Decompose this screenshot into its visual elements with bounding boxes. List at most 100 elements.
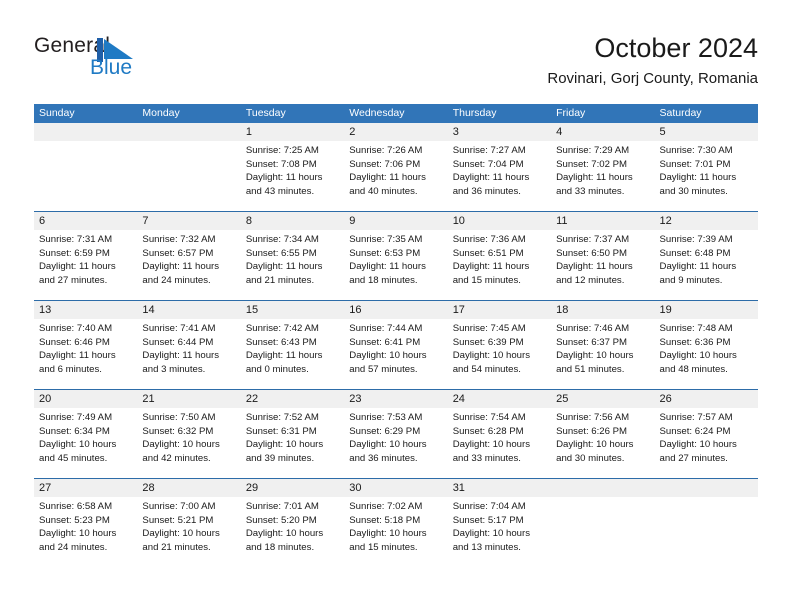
day-number[interactable]: 6: [34, 212, 137, 230]
day-number[interactable]: 2: [344, 123, 447, 141]
day-number[interactable]: 28: [137, 479, 240, 497]
day-number[interactable]: 22: [241, 390, 344, 408]
day-number[interactable]: 8: [241, 212, 344, 230]
brand-logo[interactable]: General Blue: [34, 34, 204, 86]
day-number[interactable]: 12: [655, 212, 758, 230]
daylight-text-2: and 42 minutes.: [142, 452, 211, 464]
day-cell[interactable]: Sunrise: 7:42 AM Sunset: 6:43 PM Daylight:…: [241, 319, 344, 389]
day-number[interactable]: 31: [448, 479, 551, 497]
day-number[interactable]: 17: [448, 301, 551, 319]
day-cell[interactable]: Sunrise: 7:56 AM Sunset: 6:26 PM Daylight:…: [551, 408, 654, 478]
day-cell[interactable]: Sunrise: 7:41 AM Sunset: 6:44 PM Daylight:…: [137, 319, 240, 389]
day-cell[interactable]: Sunrise: 7:25 AM Sunset: 7:08 PM Daylight:…: [241, 141, 344, 211]
day-number[interactable]: 25: [551, 390, 654, 408]
day-cell[interactable]: Sunrise: 7:36 AM Sunset: 6:51 PM Daylight:…: [448, 230, 551, 300]
day-number[interactable]: 10: [448, 212, 551, 230]
day-cell[interactable]: Sunrise: 7:37 AM Sunset: 6:50 PM Daylight:…: [551, 230, 654, 300]
day-number[interactable]: 27: [34, 479, 137, 497]
daylight-text-2: and 54 minutes.: [452, 363, 521, 375]
sunset-text: Sunset: 6:37 PM: [556, 336, 628, 348]
day-cell[interactable]: Sunrise: 7:44 AM Sunset: 6:41 PM Daylight:…: [344, 319, 447, 389]
sunrise-text: Sunrise: 7:52 AM: [245, 412, 319, 423]
day-number[interactable]: 16: [344, 301, 447, 319]
daylight-text-2: and 40 minutes.: [349, 185, 418, 197]
daylight-text-1: Daylight: 11 hours: [142, 350, 220, 362]
sunrise-text: Sunrise: 7:41 AM: [142, 323, 216, 334]
day-number[interactable]: 5: [655, 123, 758, 141]
daylight-text-2: and 13 minutes.: [452, 541, 521, 553]
day-number[interactable]: 18: [551, 301, 654, 319]
sunset-text: Sunset: 6:39 PM: [452, 336, 524, 348]
day-cell[interactable]: Sunrise: 7:01 AM Sunset: 5:20 PM Daylight:…: [241, 497, 344, 567]
day-cell[interactable]: Sunrise: 7:48 AM Sunset: 6:36 PM Daylight:…: [655, 319, 758, 389]
day-number[interactable]: 26: [655, 390, 758, 408]
day-cell[interactable]: Sunrise: 7:00 AM Sunset: 5:21 PM Daylight:…: [137, 497, 240, 567]
day-cell[interactable]: Sunrise: 7:52 AM Sunset: 6:31 PM Daylight:…: [241, 408, 344, 478]
daylight-text-2: and 18 minutes.: [349, 274, 418, 286]
day-cell[interactable]: Sunrise: 7:34 AM Sunset: 6:55 PM Daylight:…: [241, 230, 344, 300]
day-number[interactable]: 29: [241, 479, 344, 497]
day-cell[interactable]: Sunrise: 7:46 AM Sunset: 6:37 PM Daylight:…: [551, 319, 654, 389]
day-cell[interactable]: Sunrise: 7:45 AM Sunset: 6:39 PM Daylight:…: [448, 319, 551, 389]
day-number[interactable]: 19: [655, 301, 758, 319]
day-number[interactable]: 15: [241, 301, 344, 319]
day-number[interactable]: 4: [551, 123, 654, 141]
daylight-text-1: Daylight: 10 hours: [349, 439, 427, 451]
day-number[interactable]: 9: [344, 212, 447, 230]
day-cell[interactable]: Sunrise: 7:30 AM Sunset: 7:01 PM Daylight:…: [655, 141, 758, 211]
daylight-text-1: Daylight: 11 hours: [659, 172, 737, 184]
week-detail-band: Sunrise: 7:31 AM Sunset: 6:59 PM Daylight:…: [34, 230, 758, 300]
daylight-text-2: and 45 minutes.: [39, 452, 108, 464]
day-number[interactable]: 14: [137, 301, 240, 319]
daylight-text-1: Daylight: 10 hours: [659, 350, 737, 362]
day-cell-empty: [551, 497, 654, 567]
day-cell[interactable]: Sunrise: 6:58 AM Sunset: 5:23 PM Daylight:…: [34, 497, 137, 567]
daylight-text-2: and 15 minutes.: [349, 541, 418, 553]
sunset-text: Sunset: 6:31 PM: [245, 425, 317, 437]
day-cell[interactable]: Sunrise: 7:39 AM Sunset: 6:48 PM Daylight:…: [655, 230, 758, 300]
page-title: October 2024: [594, 33, 758, 63]
sunset-text: Sunset: 6:53 PM: [349, 247, 421, 259]
sunset-text: Sunset: 7:02 PM: [556, 158, 628, 170]
daylight-text-1: Daylight: 11 hours: [556, 172, 633, 184]
day-cell[interactable]: Sunrise: 7:53 AM Sunset: 6:29 PM Daylight:…: [344, 408, 447, 478]
day-cell[interactable]: Sunrise: 7:35 AM Sunset: 6:53 PM Daylight:…: [344, 230, 447, 300]
weekday-header-row: Sunday Monday Tuesday Wednesday Thursday Frid…: [34, 104, 758, 123]
day-cell[interactable]: Sunrise: 7:27 AM Sunset: 7:04 PM Daylight:…: [448, 141, 551, 211]
daylight-text-2: and 57 minutes.: [349, 363, 418, 375]
week-daynumber-band: 6 7 8 9 10 11 12: [34, 212, 758, 230]
day-cell[interactable]: Sunrise: 7:54 AM Sunset: 6:28 PM Daylight:…: [448, 408, 551, 478]
sunset-text: Sunset: 7:08 PM: [245, 158, 317, 170]
day-number[interactable]: 3: [448, 123, 551, 141]
day-number[interactable]: 24: [448, 390, 551, 408]
day-cell[interactable]: Sunrise: 7:57 AM Sunset: 6:24 PM Daylight:…: [655, 408, 758, 478]
day-number[interactable]: 30: [344, 479, 447, 497]
day-cell[interactable]: Sunrise: 7:04 AM Sunset: 5:17 PM Daylight:…: [448, 497, 551, 567]
sunset-text: Sunset: 5:17 PM: [452, 514, 524, 526]
day-cell[interactable]: Sunrise: 7:50 AM Sunset: 6:32 PM Daylight:…: [137, 408, 240, 478]
weekday-header-saturday: Saturday: [659, 107, 702, 119]
day-number[interactable]: 7: [137, 212, 240, 230]
daylight-text-1: Daylight: 10 hours: [349, 350, 427, 362]
day-cell[interactable]: Sunrise: 7:02 AM Sunset: 5:18 PM Daylight:…: [344, 497, 447, 567]
sunrise-text: Sunrise: 7:39 AM: [659, 234, 733, 245]
sunrise-text: Sunrise: 7:37 AM: [556, 234, 630, 245]
day-number[interactable]: 21: [137, 390, 240, 408]
daylight-text-2: and 18 minutes.: [245, 541, 315, 553]
day-number[interactable]: 1: [241, 123, 344, 141]
day-number[interactable]: 23: [344, 390, 447, 408]
daylight-text-1: Daylight: 11 hours: [142, 261, 220, 273]
sunset-text: Sunset: 6:46 PM: [39, 336, 110, 348]
day-cell[interactable]: Sunrise: 7:32 AM Sunset: 6:57 PM Daylight:…: [137, 230, 240, 300]
day-cell[interactable]: Sunrise: 7:26 AM Sunset: 7:06 PM Daylight:…: [344, 141, 447, 211]
day-cell[interactable]: Sunrise: 7:49 AM Sunset: 6:34 PM Daylight:…: [34, 408, 137, 478]
week-detail-band: Sunrise: 7:40 AM Sunset: 6:46 PM Daylight:…: [34, 319, 758, 389]
day-cell[interactable]: Sunrise: 7:29 AM Sunset: 7:02 PM Daylight:…: [551, 141, 654, 211]
sunset-text: Sunset: 6:29 PM: [349, 425, 421, 437]
day-number[interactable]: 11: [551, 212, 654, 230]
day-number[interactable]: 20: [34, 390, 137, 408]
day-number[interactable]: 13: [34, 301, 137, 319]
daylight-text-1: Daylight: 10 hours: [556, 439, 634, 451]
day-cell[interactable]: Sunrise: 7:31 AM Sunset: 6:59 PM Daylight:…: [34, 230, 137, 300]
day-cell[interactable]: Sunrise: 7:40 AM Sunset: 6:46 PM Daylight:…: [34, 319, 137, 389]
